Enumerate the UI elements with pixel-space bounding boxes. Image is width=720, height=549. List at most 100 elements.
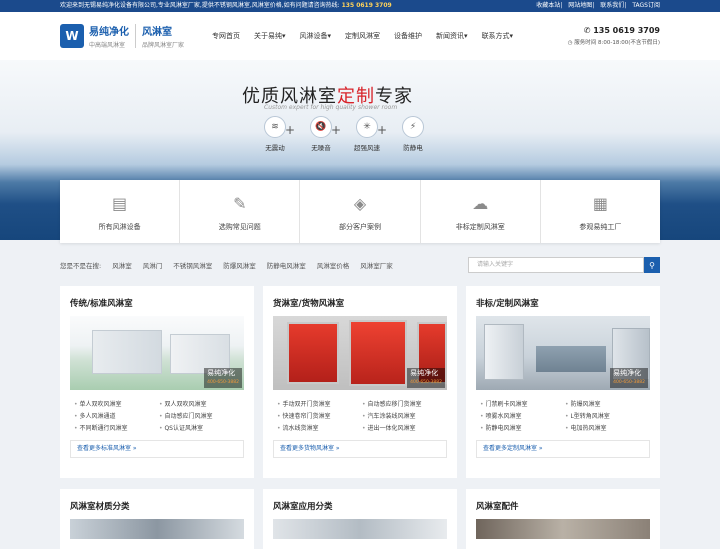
header-phone: ✆ 135 0619 3709 — [583, 26, 660, 35]
card-custom: 非标/定制风淋室 易纯净化400-650-3882 门禁刷卡风淋室 防爆风淋室 … — [466, 286, 660, 478]
nav-equipment[interactable]: 风淋设备▾ — [300, 31, 332, 41]
nav-news[interactable]: 新闻资讯▾ — [436, 31, 468, 41]
brand-name: 风淋室 — [142, 27, 172, 38]
suggestion-link[interactable]: 风淋门 — [143, 260, 163, 270]
card-image-material[interactable] — [70, 519, 244, 539]
header-contact: ✆ 135 0619 3709 ◷ 服务时间 8:00-18:00(不含节假日) — [568, 26, 660, 46]
list-item[interactable]: 双人双吹风淋室 — [159, 399, 244, 408]
list-item[interactable]: 防静电风淋室 — [480, 423, 565, 432]
main-nav: 专网首页 关于易纯▾ 风淋设备▾ 定制风淋室 设备维护 新闻资讯▾ 联系方式▾ — [212, 31, 527, 41]
list-item[interactable]: 进出一体化风淋室 — [362, 423, 447, 432]
card-image-cargo[interactable]: 易纯净化 400-650-3882 — [273, 316, 447, 390]
suggestions-label: 您是不是在搜: — [60, 262, 102, 270]
list-item[interactable]: 手动双开门货淋室 — [277, 399, 362, 408]
card-application: 风淋室应用分类 — [263, 489, 457, 549]
watermark-logo: 易纯净化 400-650-3882 — [610, 368, 648, 388]
list-item[interactable]: 流水线货淋室 — [277, 423, 362, 432]
badge-icon: ◈ — [353, 194, 367, 213]
suggestion-link[interactable]: 防爆风淋室 — [223, 260, 256, 270]
welcome-text: 欢迎来到无锡易纯净化设备有限公司,专业风淋室厂家,提供不锈钢风淋室,风淋室价格,… — [60, 2, 392, 9]
quick-factory[interactable]: ▦ 参观易纯工厂 — [541, 180, 660, 243]
suggestion-link[interactable]: 防静电风淋室 — [267, 260, 306, 270]
hotline-label: 咨询热线: — [313, 2, 340, 9]
suggestion-link[interactable]: 风淋室 — [112, 260, 132, 270]
search-box: 请输入关键字 ⚲ — [468, 257, 660, 273]
view-more-link[interactable]: 查看更多货物风淋室 » — [273, 440, 447, 458]
nav-contact[interactable]: 联系方式▾ — [482, 31, 514, 41]
feature-list: ≋ 无震动 🔇 无噪音 ✳ 超强风速 ⚡ 防静电 — [256, 116, 440, 152]
list-item[interactable]: 电加热风淋室 — [565, 423, 650, 432]
feature-anti-static: ⚡ 防静电 — [394, 116, 432, 152]
hotline-number: 135 0619 3709 — [341, 2, 392, 9]
top-link-tags[interactable]: TAGS订阅 — [632, 2, 660, 9]
logo-subtitle: 中高端风淋室 — [89, 42, 126, 49]
list-item[interactable]: 自动感应门风淋室 — [159, 411, 244, 420]
logo-name: 易纯净化 — [89, 27, 129, 38]
card-image-custom[interactable]: 易纯净化 400-650-3882 — [476, 316, 650, 390]
plus-icon: + — [331, 123, 342, 137]
card-item-list: 单人双吹风淋室 双人双吹风淋室 多人风淋通道 自动感应门风淋室 不同断通行风淋室… — [70, 399, 244, 432]
list-item[interactable]: 汽车涂装线风淋室 — [362, 411, 447, 420]
list-item[interactable]: 自动感应移门货淋室 — [362, 399, 447, 408]
card-accessories: 风淋室配件 — [466, 489, 660, 549]
suggestion-link[interactable]: 不锈钢风淋室 — [173, 260, 212, 270]
top-link-contact[interactable]: 联系我们 — [600, 2, 624, 9]
list-item[interactable]: L型转角风淋室 — [565, 411, 650, 420]
service-hours: ◷ 服务时间 8:00-18:00(不含节假日) — [567, 40, 660, 46]
list-item[interactable]: 单人双吹风淋室 — [74, 399, 159, 408]
card-item-list: 手动双开门货淋室 自动感应移门货淋室 快速卷帘门货淋室 汽车涂装线风淋室 流水线… — [273, 399, 447, 432]
plus-icon: + — [377, 123, 388, 137]
quick-cases[interactable]: ◈ 部分客户案例 — [300, 180, 421, 243]
search-input[interactable]: 请输入关键字 — [468, 257, 644, 273]
card-material: 风淋室材质分类 — [60, 489, 254, 549]
card-title: 风淋室应用分类 — [273, 502, 333, 512]
card-cargo: 货淋室/货物风淋室 易纯净化400-650-3882 手动双开门货淋室 自动感应… — [263, 286, 457, 478]
quick-faq[interactable]: ✎ 选购常见问题 — [180, 180, 301, 243]
list-item[interactable]: 多人风淋通道 — [74, 411, 159, 420]
card-item-list: 门禁刷卡风淋室 防爆风淋室 喷雾水风淋室 L型转角风淋室 防静电风淋室 电加热风… — [476, 399, 650, 432]
top-bar: 欢迎来到无锡易纯净化设备有限公司,专业风淋室厂家,提供不锈钢风淋室,风淋室价格,… — [0, 0, 720, 12]
card-image-standard[interactable]: 易纯净化 400-650-3882 — [70, 316, 244, 390]
quick-links: ▤ 所有风淋设备 ✎ 选购常见问题 ◈ 部分客户案例 ☁ 非标定制风淋室 ▦ 参观易纯工厂 — [60, 180, 660, 243]
watermark-logo: 易纯净化 400-650-3882 — [407, 368, 445, 388]
card-title: 货淋室/货物风淋室 — [273, 299, 345, 309]
card-image-application[interactable] — [273, 519, 447, 539]
plus-icon: + — [285, 123, 296, 137]
static-icon: ⚡ — [402, 116, 424, 138]
logo[interactable]: W 易纯净化 中高端风淋室 风淋室 品牌风淋室厂家 — [60, 23, 184, 49]
quick-all-equipment[interactable]: ▤ 所有风淋设备 — [60, 180, 181, 243]
card-title: 传统/标准风淋室 — [70, 299, 133, 309]
suggestion-link[interactable]: 风淋室价格 — [317, 260, 350, 270]
list-item[interactable]: 快速卷帘门货淋室 — [277, 411, 362, 420]
nav-custom[interactable]: 定制风淋室 — [345, 31, 380, 41]
site-header: W 易纯净化 中高端风淋室 风淋室 品牌风淋室厂家 专网首页 关于易纯▾ 风淋设… — [0, 12, 720, 60]
fan-icon: ✳ — [356, 116, 378, 138]
top-link-bookmark[interactable]: 收藏本站 — [536, 2, 560, 9]
logo-divider — [135, 24, 136, 48]
product-cards: 传统/标准风淋室 易纯净化400-650-3882 单人双吹风淋室 双人双吹风淋… — [60, 286, 660, 478]
list-item[interactable]: 防爆风淋室 — [565, 399, 650, 408]
view-more-link[interactable]: 查看更多定制风淋室 » — [476, 440, 650, 458]
list-item[interactable]: QS认证风淋室 — [159, 423, 244, 432]
category-cards: 风淋室材质分类 风淋室应用分类 风淋室配件 — [60, 489, 660, 549]
no-vibration-icon: ≋ — [264, 116, 286, 138]
top-link-sitemap[interactable]: 网站地图 — [568, 2, 592, 9]
view-more-link[interactable]: 查看更多标准风淋室 » — [70, 440, 244, 458]
quick-custom[interactable]: ☁ 非标定制风淋室 — [421, 180, 541, 243]
watermark-logo: 易纯净化 400-650-3882 — [204, 368, 242, 388]
nav-about[interactable]: 关于易纯▾ — [254, 31, 286, 41]
card-title: 非标/定制风淋室 — [476, 299, 539, 309]
list-item[interactable]: 不同断通行风淋室 — [74, 423, 159, 432]
search-button[interactable]: ⚲ — [644, 257, 660, 273]
list-item[interactable]: 喷雾水风淋室 — [480, 411, 565, 420]
card-image-accessories[interactable] — [476, 519, 650, 539]
card-standard: 传统/标准风淋室 易纯净化400-650-3882 单人双吹风淋室 双人双吹风淋… — [60, 286, 254, 478]
brand-subtitle: 品牌风淋室厂家 — [142, 42, 185, 49]
logo-mark-icon: W — [60, 24, 84, 48]
nav-home[interactable]: 专网首页 — [212, 31, 240, 41]
mute-icon: 🔇 — [310, 116, 332, 138]
list-item[interactable]: 门禁刷卡风淋室 — [480, 399, 565, 408]
cloud-icon: ☁ — [472, 194, 489, 213]
suggestion-link[interactable]: 风淋室厂家 — [360, 260, 393, 270]
nav-maintenance[interactable]: 设备维护 — [394, 31, 422, 41]
